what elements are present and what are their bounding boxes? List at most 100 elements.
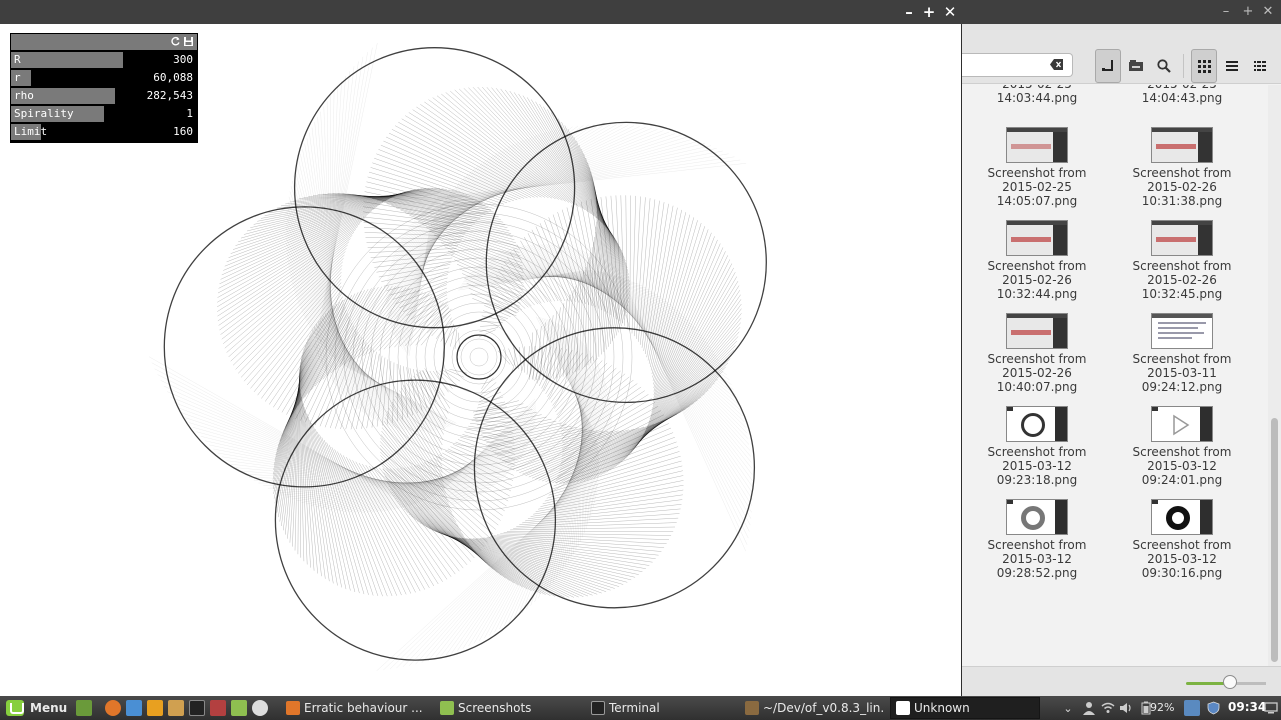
fm-maximize-button[interactable]: + bbox=[1240, 4, 1256, 20]
taskbar-window-button[interactable]: Terminal bbox=[586, 697, 731, 719]
file-item[interactable]: Screenshot from 2015-03-12 09:24:01.png bbox=[1117, 406, 1247, 487]
slider-value: 160 bbox=[173, 125, 193, 138]
file-name-line2: 2015-02-26 bbox=[1002, 366, 1072, 380]
file-item[interactable]: Screenshot from 2015-03-12 09:23:18.png bbox=[972, 406, 1102, 487]
fm-minimize-button[interactable]: – bbox=[1218, 4, 1234, 20]
path-bar-toggle-button[interactable] bbox=[1095, 49, 1121, 83]
slider-rho[interactable]: rho 282,543 bbox=[11, 88, 197, 104]
terminal-launcher-icon[interactable] bbox=[189, 700, 205, 716]
file-name-line3: 09:24:01.png bbox=[1141, 473, 1223, 487]
file-item[interactable]: Screenshot from 2015-02-26 10:32:45.png bbox=[1117, 220, 1247, 301]
slider-spirality[interactable]: Spirality 1 bbox=[11, 106, 197, 122]
tray-arrow-icon[interactable]: ⌄ bbox=[1060, 700, 1076, 716]
file-item[interactable]: Screenshot from 2015-03-12 09:30:16.png bbox=[1117, 499, 1247, 580]
file-name-line2: 2015-02-26 bbox=[1147, 273, 1217, 287]
menu-label: Menu bbox=[30, 701, 68, 715]
file-name-line1: Screenshot from bbox=[1132, 538, 1232, 552]
app-titlebar[interactable]: – + ✕ bbox=[0, 0, 962, 24]
save-icon[interactable] bbox=[183, 36, 194, 47]
slider-label: R bbox=[14, 53, 21, 66]
file-name-line1: Screenshot from bbox=[1132, 445, 1232, 459]
clear-location-icon[interactable] bbox=[1050, 58, 1064, 71]
file-name-line1: Screenshot from bbox=[1132, 352, 1232, 366]
file-thumbnail bbox=[1151, 499, 1213, 535]
compact-view-button[interactable] bbox=[1247, 49, 1273, 83]
file-item[interactable]: Screenshot from 2015-02-25 14:05:07.png bbox=[972, 127, 1102, 208]
file-name-line1: Screenshot from bbox=[987, 538, 1087, 552]
folder-location-icon bbox=[1129, 60, 1143, 71]
clock[interactable]: 09:34 bbox=[1228, 700, 1266, 714]
file-manager-statusbar bbox=[962, 666, 1281, 696]
file-name-line1: Screenshot from bbox=[987, 352, 1087, 366]
folder-icon bbox=[440, 701, 454, 715]
taskbar-window-button[interactable]: Erratic behaviour ... bbox=[281, 697, 426, 719]
location-toggle-button[interactable] bbox=[1123, 49, 1149, 83]
user-icon[interactable] bbox=[1081, 700, 1097, 716]
slider-r[interactable]: r 60,088 bbox=[11, 70, 197, 86]
sublime-launcher-icon[interactable] bbox=[168, 700, 184, 716]
list-view-icon bbox=[1226, 61, 1238, 71]
app-window: – + ✕ R 300 r 60,088 rho 282,543 Spirality 1 Lim… bbox=[0, 0, 962, 696]
taskbar-window-label: Unknown bbox=[914, 701, 970, 715]
slider-limit[interactable]: Limit 160 bbox=[11, 124, 197, 140]
file-item[interactable]: 2015-02-2514:04:43.png bbox=[1117, 85, 1247, 105]
list-view-button[interactable] bbox=[1219, 49, 1245, 83]
slider-r[interactable]: R 300 bbox=[11, 52, 197, 68]
file-thumbnail bbox=[1006, 127, 1068, 163]
thunderbird-launcher-icon[interactable] bbox=[126, 700, 142, 716]
file-name-line2: 2015-03-12 bbox=[1002, 459, 1072, 473]
shield-icon[interactable] bbox=[1205, 700, 1221, 716]
file-item[interactable]: Screenshot from 2015-02-26 10:40:07.png bbox=[972, 313, 1102, 394]
show-desktop-icon-right[interactable] bbox=[1263, 700, 1279, 716]
menu-button[interactable]: Menu bbox=[2, 698, 71, 718]
search-button[interactable] bbox=[1151, 49, 1177, 83]
scrollbar-thumb[interactable] bbox=[1271, 418, 1278, 662]
taskbar-window-label: Terminal bbox=[609, 701, 660, 715]
launcher-icon[interactable] bbox=[147, 700, 163, 716]
app-minimize-button[interactable]: – bbox=[900, 3, 918, 21]
file-thumbnail bbox=[1151, 127, 1213, 163]
taskbar-window-button[interactable]: Unknown bbox=[890, 697, 1040, 719]
file-manager-titlebar[interactable]: – + ✕ bbox=[962, 0, 1281, 24]
firefox-launcher-icon[interactable] bbox=[105, 700, 121, 716]
file-item[interactable]: Screenshot from 2015-02-26 10:32:44.png bbox=[972, 220, 1102, 301]
app-maximize-button[interactable]: + bbox=[920, 3, 938, 21]
file-thumbnail bbox=[1151, 406, 1213, 442]
slider-label: rho bbox=[14, 89, 34, 102]
slider-value: 300 bbox=[173, 53, 193, 66]
battery-percentage: 92% bbox=[1150, 701, 1175, 714]
volume-icon[interactable] bbox=[1118, 700, 1134, 716]
file-name-line3: 09:23:18.png bbox=[996, 473, 1078, 487]
file-grid-scrollbar[interactable] bbox=[1268, 85, 1281, 666]
file-name-line1: Screenshot from bbox=[987, 259, 1087, 273]
show-desktop-icon[interactable] bbox=[76, 700, 92, 716]
search-icon bbox=[1157, 59, 1171, 73]
reload-icon[interactable] bbox=[170, 36, 181, 47]
update-manager-icon[interactable] bbox=[1184, 700, 1200, 716]
panel-header[interactable] bbox=[11, 34, 197, 50]
file-thumbnail bbox=[1151, 220, 1213, 256]
file-thumbnail bbox=[1006, 406, 1068, 442]
file-manager-toolbar bbox=[962, 24, 1281, 84]
taskbar-window-button[interactable]: ~/Dev/of_v0.8.3_lin... bbox=[740, 697, 885, 719]
app-close-button[interactable]: ✕ bbox=[941, 3, 959, 21]
openframeworks-icon bbox=[896, 701, 910, 715]
taskbar-window-label: ~/Dev/of_v0.8.3_lin... bbox=[763, 701, 885, 715]
firefox-icon bbox=[286, 701, 300, 715]
file-thumbnail bbox=[1151, 313, 1213, 349]
toolbar-separator bbox=[1183, 54, 1184, 78]
icon-view-button[interactable] bbox=[1191, 49, 1217, 83]
fm-close-button[interactable]: ✕ bbox=[1260, 4, 1276, 20]
software-manager-icon[interactable] bbox=[210, 700, 226, 716]
files-launcher-icon[interactable] bbox=[231, 700, 247, 716]
file-manager-window: – + ✕ 14:03:44.png 14:04:43.png Screensh… bbox=[962, 0, 1281, 696]
pidgin-launcher-icon[interactable] bbox=[252, 700, 268, 716]
taskbar-window-button[interactable]: Screenshots bbox=[435, 697, 580, 719]
wifi-icon[interactable] bbox=[1100, 700, 1116, 716]
zoom-slider-knob[interactable] bbox=[1223, 675, 1237, 689]
file-item[interactable]: Screenshot from 2015-02-26 10:31:38.png bbox=[1117, 127, 1247, 208]
file-item[interactable]: 2015-02-2514:03:44.png bbox=[972, 85, 1102, 105]
file-item[interactable]: Screenshot from 2015-03-11 09:24:12.png bbox=[1117, 313, 1247, 394]
location-input[interactable] bbox=[962, 53, 1073, 77]
file-item[interactable]: Screenshot from 2015-03-12 09:28:52.png bbox=[972, 499, 1102, 580]
